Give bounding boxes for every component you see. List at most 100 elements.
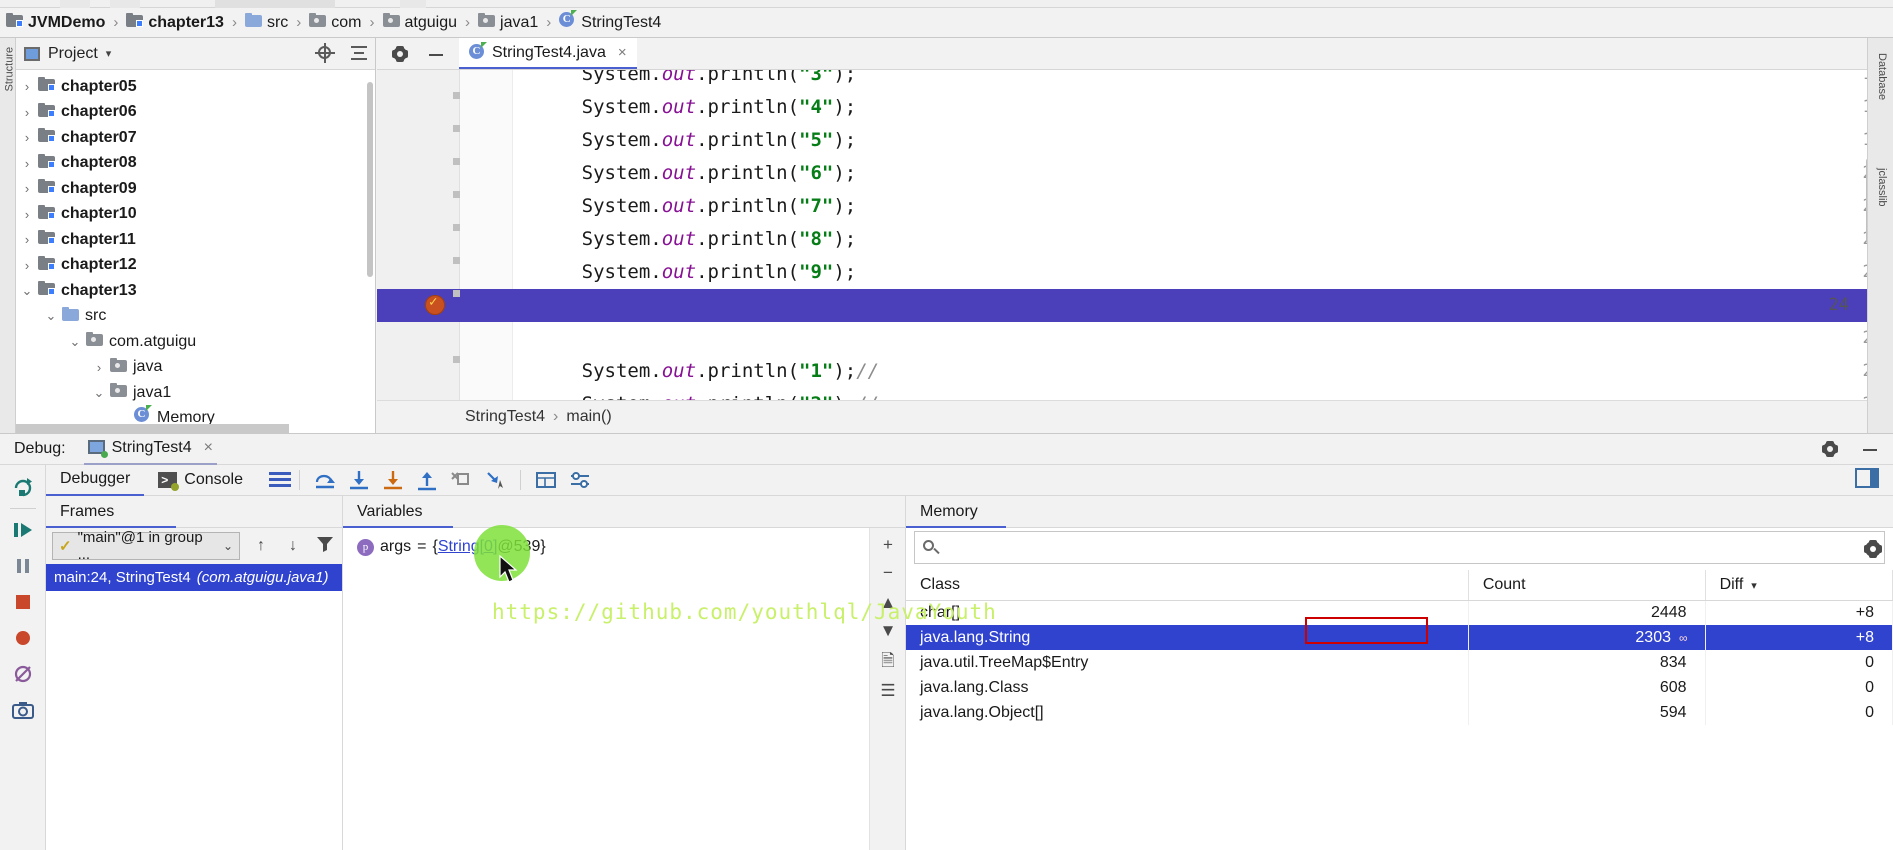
chevron-right-icon[interactable]: › [16,181,38,196]
chevron-right-icon[interactable]: › [16,156,38,171]
chevron-right-icon[interactable]: › [16,79,38,94]
fold-marker[interactable] [453,257,460,264]
column-diff[interactable]: Diff▾ [1705,570,1892,600]
chevron-right-icon[interactable]: › [16,105,38,120]
code-editor[interactable]: 17 System.out.println("3");18 System.out… [377,70,1893,433]
drop-frame-icon[interactable] [448,468,474,492]
locate-icon[interactable] [315,43,335,63]
chevron-down-icon[interactable]: ⌄ [223,539,233,553]
chevron-right-icon[interactable]: › [16,232,38,247]
tree-item-java[interactable]: ›java [16,355,375,381]
fold-marker[interactable] [453,191,460,198]
breadcrumb-item-atguigu[interactable]: atguigu [381,8,460,38]
resume-icon[interactable] [8,515,38,545]
column-count[interactable]: Count [1468,570,1705,600]
breadcrumb-method[interactable]: main() [566,408,611,426]
camera-icon[interactable] [8,695,38,725]
view-breakpoints-icon[interactable] [8,623,38,653]
tree-item-chapter12[interactable]: ›chapter12 [16,253,375,279]
chevron-right-icon[interactable]: › [16,130,38,145]
fold-marker[interactable] [453,158,460,165]
memory-search-input[interactable] [947,539,1876,556]
tree-item-chapter07[interactable]: ›chapter07 [16,125,375,151]
fold-marker[interactable] [453,290,460,297]
breadcrumb-class[interactable]: StringTest4 [465,408,545,426]
breadcrumb-item-jvmdemo[interactable]: JVMDemo [4,8,107,38]
memory-table-row[interactable]: java.lang.Object[]5940 [906,700,1893,725]
frame-up-icon[interactable]: ↑ [250,535,272,557]
chevron-right-icon[interactable]: › [16,207,38,222]
chevron-down-icon[interactable]: ⌄ [64,334,86,350]
tree-item-chapter06[interactable]: ›chapter06 [16,100,375,126]
breadcrumb-item-java1[interactable]: java1 [476,8,540,38]
memory-search-box[interactable] [914,531,1885,564]
thread-selector[interactable]: ✓ "main"@1 in group ... ⌄ [52,532,240,560]
memory-table-row[interactable]: java.lang.Class6080 [906,675,1893,700]
pause-icon[interactable] [8,551,38,581]
fold-marker[interactable] [453,224,460,231]
breadcrumb-item-stringtest4[interactable]: CStringTest4 [557,8,663,38]
force-step-into-icon[interactable] [380,468,406,492]
tree-item-chapter05[interactable]: ›chapter05 [16,74,375,100]
debug-session-tab[interactable]: StringTest4 × [84,433,217,465]
minimize-icon[interactable] [427,45,445,63]
chevron-right-icon[interactable]: › [88,360,110,375]
editor-tab-stringtest4[interactable]: C StringTest4.java × [459,38,637,69]
tree-item-chapter08[interactable]: ›chapter08 [16,151,375,177]
fold-marker[interactable] [453,92,460,99]
tree-item-chapter10[interactable]: ›chapter10 [16,202,375,228]
evaluate-expression-icon[interactable] [533,468,559,492]
settings-list-icon[interactable] [567,468,593,492]
add-watch-icon[interactable]: + [877,534,899,556]
variables-body[interactable]: p args = {String[0]@539} + − ▲ ▼ 🗎 ☰ [343,528,905,850]
frame-down-icon[interactable]: ↓ [282,535,304,557]
tab-debugger[interactable]: Debugger [46,465,144,496]
breadcrumb-item-src[interactable]: src [243,8,290,38]
structure-rail-label[interactable]: Structure [4,37,16,92]
layout-settings-icon[interactable] [269,472,291,488]
chevron-down-icon[interactable]: ▾ [106,47,112,60]
variable-row-args[interactable]: p args = {String[0]@539} [343,528,905,556]
database-rail-label[interactable]: Database [1876,53,1888,115]
settings-gear-icon[interactable] [391,45,409,63]
restore-layout-icon[interactable] [1855,468,1879,493]
filter-icon[interactable] [314,535,336,557]
tree-item-com-atguigu[interactable]: ⌄com.atguigu [16,329,375,355]
tree-item-src[interactable]: ⌄src [16,304,375,330]
rerun-icon[interactable] [8,472,38,502]
breadcrumb-item-chapter13[interactable]: chapter13 [124,8,226,38]
chevron-right-icon[interactable]: › [16,258,38,273]
tree-item-chapter11[interactable]: ›chapter11 [16,227,375,253]
step-over-icon[interactable] [312,468,338,492]
memory-settings-gear-icon[interactable] [1863,539,1883,559]
chevron-down-icon[interactable]: ⌄ [88,385,110,401]
chevron-down-icon[interactable]: ⌄ [40,308,62,324]
tab-console[interactable]: > Console [144,465,257,496]
jclasslib-rail-label[interactable]: jclasslib [1876,168,1888,230]
tree-h-scrollbar[interactable] [16,424,289,433]
stack-frame-row[interactable]: main:24, StringTest4(com.atguigu.java1) [46,564,342,591]
memory-table-row[interactable]: java.util.TreeMap$Entry8340 [906,650,1893,675]
breadcrumb-item-com[interactable]: com [307,8,363,38]
chevron-down-icon[interactable]: ⌄ [16,283,38,299]
tree-item-chapter13[interactable]: ⌄chapter13 [16,278,375,304]
collapse-all-icon[interactable] [349,43,369,63]
editor-gutter[interactable] [377,70,460,433]
breakpoint-icon[interactable] [425,295,445,315]
mute-breakpoints-icon[interactable] [8,659,38,689]
column-class[interactable]: Class [906,570,1468,600]
close-icon[interactable]: × [204,439,213,457]
step-into-icon[interactable] [346,468,372,492]
settings-gear-icon[interactable] [1821,440,1839,458]
fold-marker[interactable] [453,356,460,363]
tree-item-chapter09[interactable]: ›chapter09 [16,176,375,202]
close-icon[interactable]: × [618,44,627,61]
fold-marker[interactable] [453,125,460,132]
run-to-cursor-icon[interactable] [482,468,508,492]
minimize-icon[interactable] [1861,440,1879,458]
tree-scrollbar[interactable] [367,82,373,277]
step-out-icon[interactable] [414,468,440,492]
stop-icon[interactable] [8,587,38,617]
list-icon[interactable]: ☰ [877,680,899,702]
remove-watch-icon[interactable]: − [877,562,899,584]
